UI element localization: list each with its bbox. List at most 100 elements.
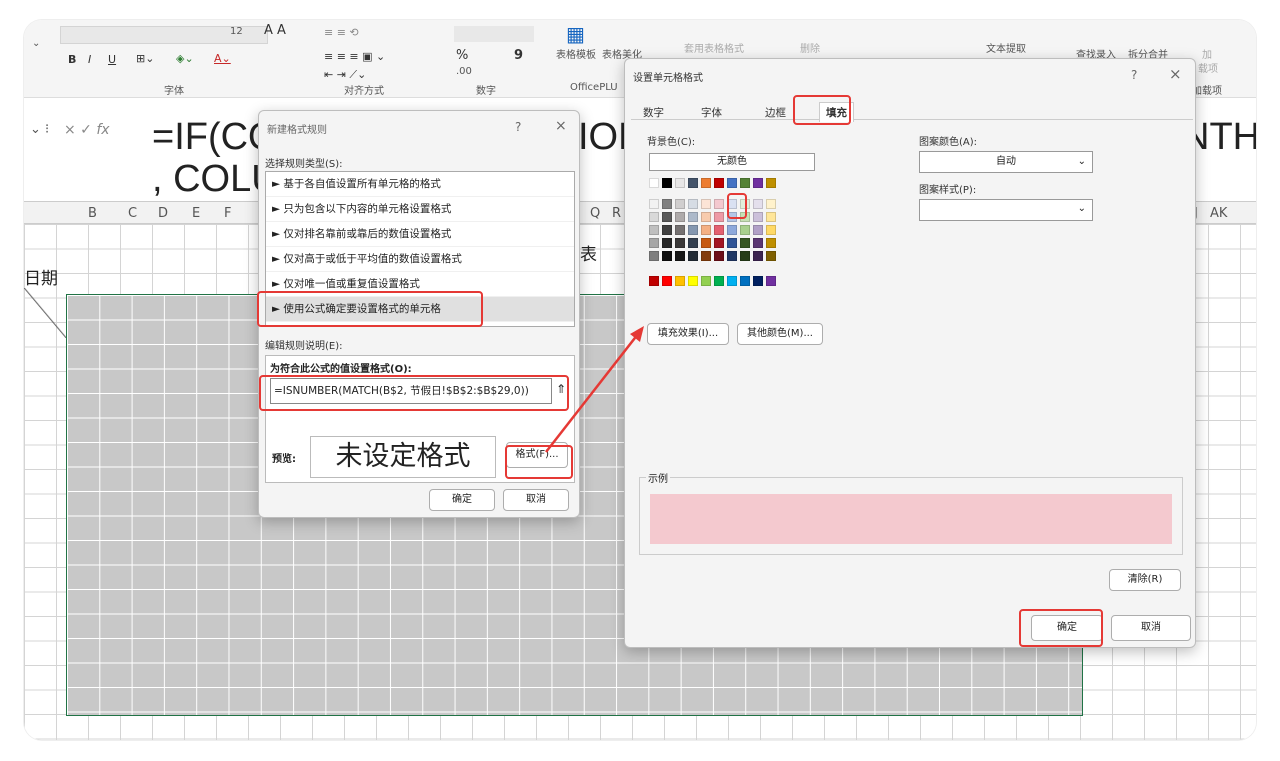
standard-color-swatch[interactable]: [701, 276, 711, 286]
color-swatch[interactable]: [649, 225, 659, 235]
font-grow-icon[interactable]: A A: [264, 23, 286, 38]
new-rule-ok-button[interactable]: 确定: [429, 489, 495, 511]
color-swatch[interactable]: [649, 178, 659, 188]
format-cells-close-icon[interactable]: ×: [1169, 65, 1182, 83]
color-swatch[interactable]: [740, 212, 750, 222]
font-size-box[interactable]: 12: [230, 26, 243, 37]
clear-button[interactable]: 清除(R): [1109, 569, 1181, 591]
fill-effects-button[interactable]: 填充效果(I)...: [647, 323, 729, 345]
standard-color-swatch[interactable]: [662, 276, 672, 286]
number-format-box[interactable]: [454, 26, 534, 42]
format-cells-ok-button[interactable]: 确定: [1031, 615, 1103, 641]
color-swatch[interactable]: [701, 238, 711, 248]
color-swatch[interactable]: [701, 225, 711, 235]
rule-type-item[interactable]: ► 仅对唯一值或重复值设置格式: [266, 272, 574, 297]
new-rule-cancel-button[interactable]: 取消: [503, 489, 569, 511]
color-swatch[interactable]: [727, 212, 737, 222]
standard-color-swatch[interactable]: [753, 276, 763, 286]
col-header-e[interactable]: E: [192, 206, 200, 221]
color-swatch[interactable]: [688, 251, 698, 261]
color-swatch[interactable]: [753, 251, 763, 261]
standard-color-swatch[interactable]: [766, 276, 776, 286]
col-header-ak[interactable]: AK: [1210, 206, 1227, 221]
col-header-q[interactable]: Q: [590, 206, 600, 221]
color-swatch[interactable]: [766, 251, 776, 261]
col-header-d[interactable]: D: [158, 206, 168, 221]
color-swatch[interactable]: [688, 238, 698, 248]
color-swatch[interactable]: [740, 251, 750, 261]
range-picker-icon[interactable]: ⇑: [556, 382, 566, 396]
color-swatch[interactable]: [688, 178, 698, 188]
rule-type-item[interactable]: ► 基于各自值设置所有单元格的格式: [266, 172, 574, 197]
delete-button[interactable]: 删除: [800, 40, 820, 55]
addin-button[interactable]: 加: [1202, 46, 1212, 61]
pattern-style-select[interactable]: ⌄: [919, 199, 1093, 221]
color-swatch[interactable]: [727, 251, 737, 261]
rule-type-item[interactable]: ► 只为包含以下内容的单元格设置格式: [266, 197, 574, 222]
tab-number[interactable]: 数字: [643, 105, 664, 120]
border-icon[interactable]: ⊞⌄: [136, 52, 154, 65]
font-color-icon[interactable]: A⌄: [214, 52, 231, 65]
color-swatch[interactable]: [714, 199, 724, 209]
color-swatch[interactable]: [727, 225, 737, 235]
standard-color-swatch[interactable]: [714, 276, 724, 286]
color-swatch[interactable]: [753, 199, 763, 209]
color-swatch[interactable]: [701, 212, 711, 222]
pattern-color-select[interactable]: 自动 ⌄: [919, 151, 1093, 173]
color-swatch[interactable]: [688, 199, 698, 209]
color-swatch[interactable]: [766, 178, 776, 188]
underline-button[interactable]: U: [108, 53, 116, 66]
color-swatch[interactable]: [649, 199, 659, 209]
new-rule-help-icon[interactable]: ?: [515, 120, 521, 134]
formula-input[interactable]: =ISNUMBER(MATCH(B$2, 节假日!$B$2:$B$29,0)): [270, 378, 552, 404]
percent-button[interactable]: %: [456, 48, 468, 63]
color-swatch[interactable]: [714, 225, 724, 235]
standard-color-swatch[interactable]: [649, 276, 659, 286]
color-swatch[interactable]: [714, 238, 724, 248]
no-color-button[interactable]: 无颜色: [649, 153, 815, 171]
color-swatch[interactable]: [714, 251, 724, 261]
format-button[interactable]: 格式(F)...: [506, 442, 568, 468]
color-swatch[interactable]: [675, 178, 685, 188]
rule-type-item[interactable]: ► 仅对排名靠前或靠后的数值设置格式: [266, 222, 574, 247]
color-swatch[interactable]: [675, 199, 685, 209]
color-swatch[interactable]: [714, 178, 724, 188]
color-swatch[interactable]: [714, 212, 724, 222]
color-swatch[interactable]: [675, 251, 685, 261]
color-swatch[interactable]: [675, 238, 685, 248]
color-swatch[interactable]: [675, 212, 685, 222]
align-left-icon[interactable]: ≡ ≡ ≡ ▣ ⌄: [324, 50, 385, 63]
col-header-c[interactable]: C: [128, 206, 137, 221]
color-swatch[interactable]: [727, 238, 737, 248]
color-swatch[interactable]: [740, 225, 750, 235]
tab-border[interactable]: 边框: [765, 105, 786, 120]
color-swatch[interactable]: [766, 212, 776, 222]
rule-type-item[interactable]: ► 仅对高于或低于平均值的数值设置格式: [266, 247, 574, 272]
new-rule-close-icon[interactable]: ×: [555, 118, 567, 134]
indent-icon[interactable]: ⇤ ⇥ ⟋⌄: [324, 68, 366, 82]
apply-table-format-button[interactable]: 套用表格格式: [684, 40, 744, 55]
color-swatch[interactable]: [727, 199, 737, 209]
color-swatch[interactable]: [766, 199, 776, 209]
fill-color-icon[interactable]: ◈⌄: [176, 52, 194, 65]
standard-color-swatch[interactable]: [675, 276, 685, 286]
standard-color-swatch[interactable]: [727, 276, 737, 286]
color-swatch[interactable]: [688, 212, 698, 222]
more-colors-button[interactable]: 其他颜色(M)...: [737, 323, 823, 345]
format-cells-help-icon[interactable]: ?: [1131, 68, 1137, 82]
color-swatch[interactable]: [727, 178, 737, 188]
standard-color-swatch[interactable]: [740, 276, 750, 286]
color-swatch[interactable]: [688, 225, 698, 235]
table-template-button[interactable]: 表格模板: [556, 46, 596, 61]
rule-type-list[interactable]: ► 基于各自值设置所有单元格的格式 ► 只为包含以下内容的单元格设置格式 ► 仅…: [265, 171, 575, 327]
col-header-b[interactable]: B: [88, 206, 97, 221]
col-header-f[interactable]: F: [224, 206, 231, 221]
color-swatch[interactable]: [766, 225, 776, 235]
color-swatch[interactable]: [662, 178, 672, 188]
color-swatch[interactable]: [662, 251, 672, 261]
standard-color-swatch[interactable]: [688, 276, 698, 286]
format-cells-cancel-button[interactable]: 取消: [1111, 615, 1191, 641]
color-swatch[interactable]: [701, 178, 711, 188]
color-swatch[interactable]: [753, 178, 763, 188]
cancel-entry-icon[interactable]: × ✓ fx: [64, 122, 110, 138]
